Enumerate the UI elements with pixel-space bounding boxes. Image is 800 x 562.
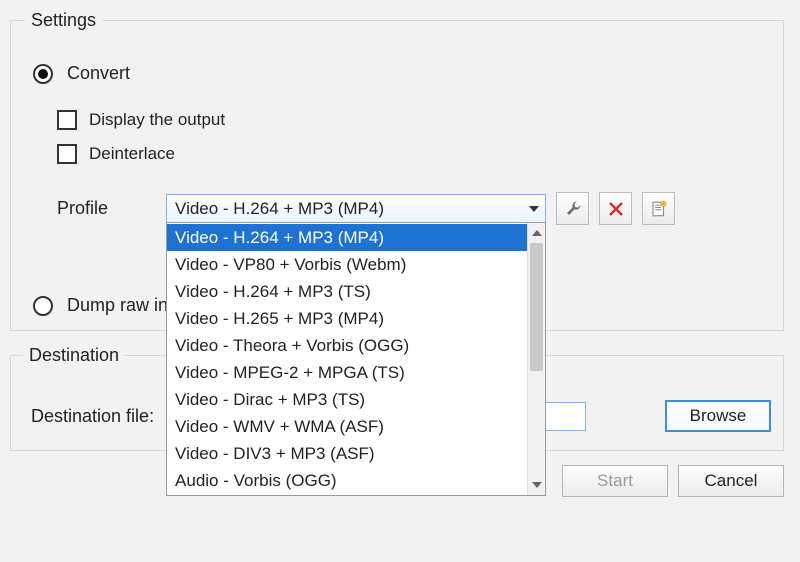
chevron-up-icon: [532, 230, 542, 236]
dump-raw-radio[interactable]: [33, 296, 53, 316]
dump-raw-label: Dump raw in: [67, 295, 168, 316]
scroll-up-button[interactable]: [528, 223, 545, 243]
profile-row: Profile Video - H.264 + MP3 (MP4) Video …: [33, 192, 771, 225]
display-output-checkbox[interactable]: [57, 110, 77, 130]
profile-combo-box[interactable]: Video - H.264 + MP3 (MP4): [166, 194, 546, 223]
profile-option[interactable]: Video - H.264 + MP3 (MP4): [167, 224, 527, 251]
convert-dialog: Settings Convert Display the output Dein…: [0, 0, 800, 562]
scroll-track[interactable]: [528, 243, 545, 475]
convert-row: Convert: [33, 63, 771, 84]
destination-legend: Destination: [23, 345, 125, 366]
profile-option[interactable]: Video - VP80 + Vorbis (Webm): [167, 251, 527, 278]
profile-option[interactable]: Video - Dirac + MP3 (TS): [167, 386, 527, 413]
wrench-icon: [564, 200, 582, 218]
display-output-row: Display the output: [57, 110, 771, 130]
display-output-label: Display the output: [89, 110, 225, 130]
destination-file-label: Destination file:: [31, 406, 154, 427]
deinterlace-checkbox[interactable]: [57, 144, 77, 164]
profile-dropdown: Video - H.264 + MP3 (MP4) Video - VP80 +…: [166, 222, 546, 496]
profile-option[interactable]: Audio - Vorbis (OGG): [167, 467, 527, 494]
new-profile-button[interactable]: [642, 192, 675, 225]
profile-option[interactable]: Video - MPEG-2 + MPGA (TS): [167, 359, 527, 386]
chevron-down-icon: [529, 206, 539, 212]
settings-group: Settings Convert Display the output Dein…: [10, 10, 784, 331]
profile-options: Video - H.264 + MP3 (MP4) Video - VP80 +…: [167, 223, 527, 495]
profile-label: Profile: [57, 198, 108, 219]
convert-label: Convert: [67, 63, 130, 84]
convert-radio[interactable]: [33, 64, 53, 84]
start-button[interactable]: Start: [562, 465, 668, 497]
profile-option[interactable]: Video - WMV + WMA (ASF): [167, 413, 527, 440]
profile-option[interactable]: Video - Theora + Vorbis (OGG): [167, 332, 527, 359]
delete-icon: [607, 200, 625, 218]
profile-option[interactable]: Video - H.265 + MP3 (MP4): [167, 305, 527, 332]
scroll-down-button[interactable]: [528, 475, 545, 495]
profile-option[interactable]: Video - H.264 + MP3 (TS): [167, 278, 527, 305]
profile-combo[interactable]: Video - H.264 + MP3 (MP4) Video - H.264 …: [166, 194, 546, 223]
scroll-thumb[interactable]: [530, 243, 543, 371]
new-profile-icon: [650, 200, 668, 218]
chevron-down-icon: [532, 482, 542, 488]
edit-profile-button[interactable]: [556, 192, 589, 225]
profile-option[interactable]: Video - DIV3 + MP3 (ASF): [167, 440, 527, 467]
deinterlace-row: Deinterlace: [57, 144, 771, 164]
deinterlace-label: Deinterlace: [89, 144, 175, 164]
dropdown-scrollbar[interactable]: [527, 223, 545, 495]
settings-legend: Settings: [25, 10, 102, 31]
cancel-button[interactable]: Cancel: [678, 465, 784, 497]
profile-selected: Video - H.264 + MP3 (MP4): [175, 199, 384, 219]
browse-button[interactable]: Browse: [665, 400, 771, 432]
delete-profile-button[interactable]: [599, 192, 632, 225]
